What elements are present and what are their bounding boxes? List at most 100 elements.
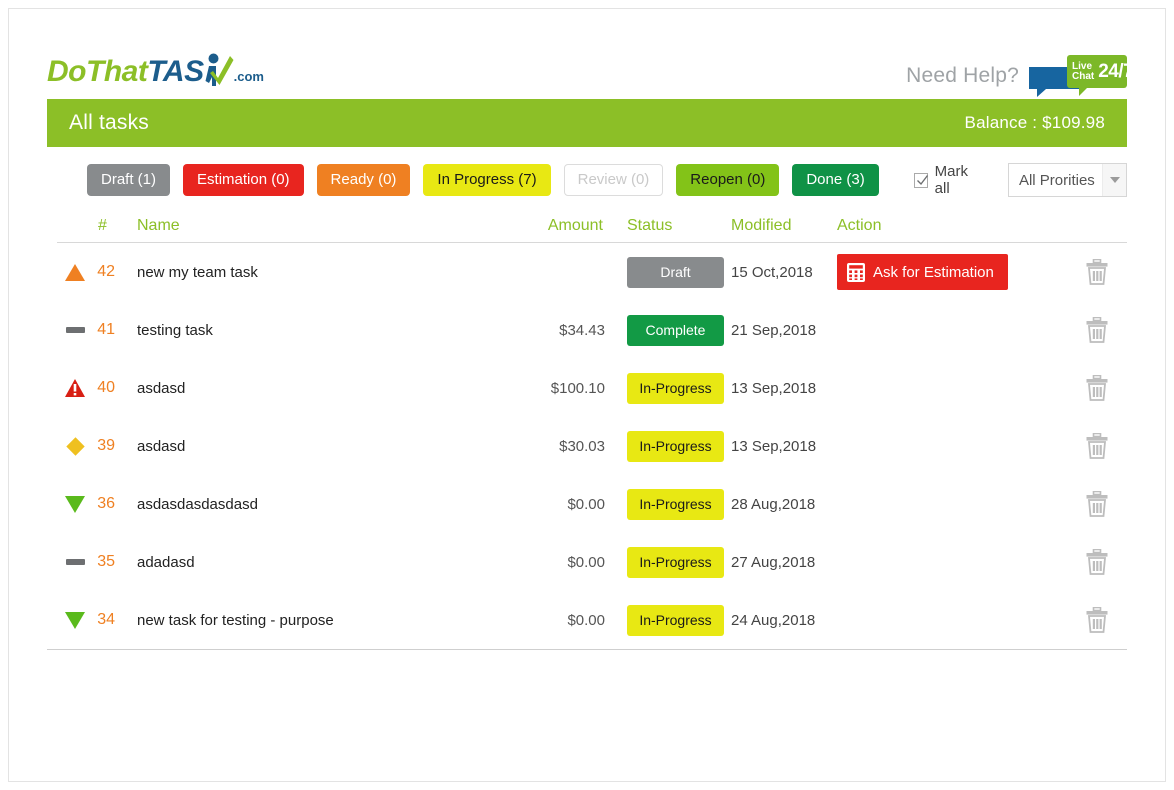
task-id: 35 — [97, 553, 115, 570]
priority-select-value: All Prorities — [1018, 171, 1095, 189]
filter-toolbar: Draft (1) Estimation (0) Ready (0) In Progr… — [47, 147, 1127, 209]
trash-icon[interactable] — [1085, 259, 1109, 285]
logo-person-check-icon — [204, 53, 234, 87]
filter-chip-estimation[interactable]: Estimation (0) — [183, 164, 304, 196]
status-filter-group: Draft (1) Estimation (0) Ready (0) In Progr… — [87, 164, 879, 196]
ask-for-estimation-button[interactable]: Ask for Estimation — [837, 254, 1008, 290]
priority-cell — [57, 378, 93, 398]
logo-text-task: TAS — [147, 55, 204, 88]
task-modified-date: 28 Aug,2018 — [731, 495, 816, 513]
table-bottom-divider — [47, 649, 1127, 650]
task-name[interactable]: asdasd — [125, 438, 495, 455]
priority-normal-dash-icon — [65, 327, 85, 333]
status-cell: In-Progress — [615, 488, 727, 520]
status-badge[interactable]: Complete — [627, 314, 724, 346]
status-badge[interactable]: In-Progress — [627, 546, 724, 578]
task-modified-date: 13 Sep,2018 — [731, 379, 817, 397]
task-name[interactable]: new my team task — [125, 264, 495, 281]
site-header: DoThatTAS .com Need Help? Live Chat 24/7 — [9, 9, 1165, 99]
task-id: 39 — [97, 437, 115, 454]
tasks-table: # Name Amount Status Modified Action 42 n… — [47, 209, 1127, 649]
priority-select[interactable]: All Prorities — [1007, 163, 1127, 197]
task-id: 40 — [97, 379, 115, 396]
filter-chip-in-progress[interactable]: In Progress (7) — [423, 164, 551, 196]
task-name[interactable]: adadasd — [125, 554, 495, 571]
trash-icon[interactable] — [1085, 491, 1109, 517]
table-row[interactable]: 34 new task for testing - purpose $0.00 In-… — [57, 591, 1127, 649]
logo-text-dotcom: .com — [233, 69, 264, 84]
chevron-down-icon[interactable] — [1102, 164, 1126, 196]
status-cell: In-Progress — [615, 604, 727, 636]
column-name: Name — [137, 216, 180, 234]
table-row[interactable]: 36 asdasdasdasdasd $0.00 In-Progress 28 Aug,… — [57, 475, 1127, 533]
table-row[interactable]: 42 new my team task Draft 15 Oct,2018 Ask fo… — [57, 243, 1127, 301]
table-body: 42 new my team task Draft 15 Oct,2018 Ask fo… — [57, 243, 1127, 649]
trash-icon[interactable] — [1085, 317, 1109, 343]
page-title-bar: All tasks Balance : $109.98 — [47, 99, 1127, 147]
trash-icon[interactable] — [1085, 433, 1109, 459]
task-amount: $100.10 — [550, 379, 605, 397]
task-modified-date: 13 Sep,2018 — [731, 437, 817, 455]
table-row[interactable]: 39 asdasd $30.03 In-Progress 13 Sep,2018 — [57, 417, 1127, 475]
task-id: 36 — [97, 495, 115, 512]
delete-cell — [1067, 317, 1127, 343]
status-badge[interactable]: In-Progress — [627, 372, 724, 404]
task-name[interactable]: new task for testing - purpose — [125, 612, 495, 629]
trash-icon[interactable] — [1085, 607, 1109, 633]
priority-cell — [57, 611, 93, 629]
mark-all-toggle[interactable]: Mark all — [913, 163, 983, 197]
priority-low-down-triangle-icon — [65, 611, 85, 629]
task-name[interactable]: testing task — [125, 322, 495, 339]
trash-icon[interactable] — [1085, 549, 1109, 575]
filter-chip-done[interactable]: Done (3) — [792, 164, 879, 196]
task-modified-date: 15 Oct,2018 — [731, 263, 813, 281]
status-cell: In-Progress — [615, 372, 727, 404]
need-help-area: Need Help? Live Chat 24/7 — [906, 55, 1134, 97]
priority-urgent-warning-icon — [65, 378, 85, 397]
filter-chip-draft[interactable]: Draft (1) — [87, 164, 171, 196]
status-badge[interactable]: In-Progress — [627, 430, 724, 462]
status-cell: In-Progress — [615, 430, 727, 462]
priority-cell — [57, 327, 93, 333]
action-cell: Ask for Estimation — [835, 254, 1067, 290]
delete-cell — [1067, 375, 1127, 401]
logo-text-do: DoThat — [47, 55, 148, 88]
check-icon — [916, 174, 928, 185]
app-page: DoThatTAS .com Need Help? Live Chat 24/7… — [8, 8, 1166, 782]
filter-chip-reopen[interactable]: Reopen (0) — [676, 164, 780, 196]
task-id: 41 — [97, 321, 115, 338]
status-badge[interactable]: In-Progress — [627, 604, 724, 636]
task-name[interactable]: asdasdasdasdasd — [125, 496, 495, 513]
task-modified-date: 24 Aug,2018 — [731, 611, 816, 629]
chat-bubble-green-icon: Live Chat 24/7 — [1067, 55, 1134, 96]
mark-all-label: Mark all — [934, 163, 968, 197]
table-row[interactable]: 41 testing task $34.43 Complete 21 Sep,2018 — [57, 301, 1127, 359]
table-row[interactable]: 35 adadasd $0.00 In-Progress 27 Aug,2018 — [57, 533, 1127, 591]
status-badge[interactable]: In-Progress — [627, 488, 724, 520]
live-chat-line1: Live — [1072, 60, 1093, 72]
status-cell: Complete — [615, 314, 727, 346]
column-modified: Modified — [731, 216, 792, 234]
status-cell: In-Progress — [615, 546, 727, 578]
task-amount: $0.00 — [567, 553, 605, 571]
live-chat-button[interactable]: Live Chat 24/7 — [1029, 55, 1134, 97]
task-id: 34 — [97, 611, 115, 628]
live-chat-line2: Chat — [1072, 70, 1095, 82]
delete-cell — [1067, 433, 1127, 459]
status-badge[interactable]: Draft — [627, 256, 724, 288]
trash-icon[interactable] — [1085, 375, 1109, 401]
ask-for-estimation-label: Ask for Estimation — [873, 263, 994, 281]
priority-cell — [57, 495, 93, 513]
site-logo[interactable]: DoThatTAS .com — [47, 31, 264, 87]
task-name[interactable]: asdasd — [125, 380, 495, 397]
table-row[interactable]: 40 asdasd $100.10 In-Progress 13 Sep,2018 — [57, 359, 1127, 417]
calculator-icon — [847, 262, 865, 282]
priority-cell — [57, 436, 93, 456]
filter-chip-review[interactable]: Review (0) — [563, 164, 664, 196]
balance-label: Balance : $109.98 — [964, 113, 1105, 132]
mark-all-checkbox[interactable] — [913, 172, 928, 188]
filter-chip-ready[interactable]: Ready (0) — [316, 164, 411, 196]
priority-cell — [57, 263, 93, 281]
live-chat-247: 24/7 — [1098, 61, 1134, 82]
delete-cell — [1067, 549, 1127, 575]
